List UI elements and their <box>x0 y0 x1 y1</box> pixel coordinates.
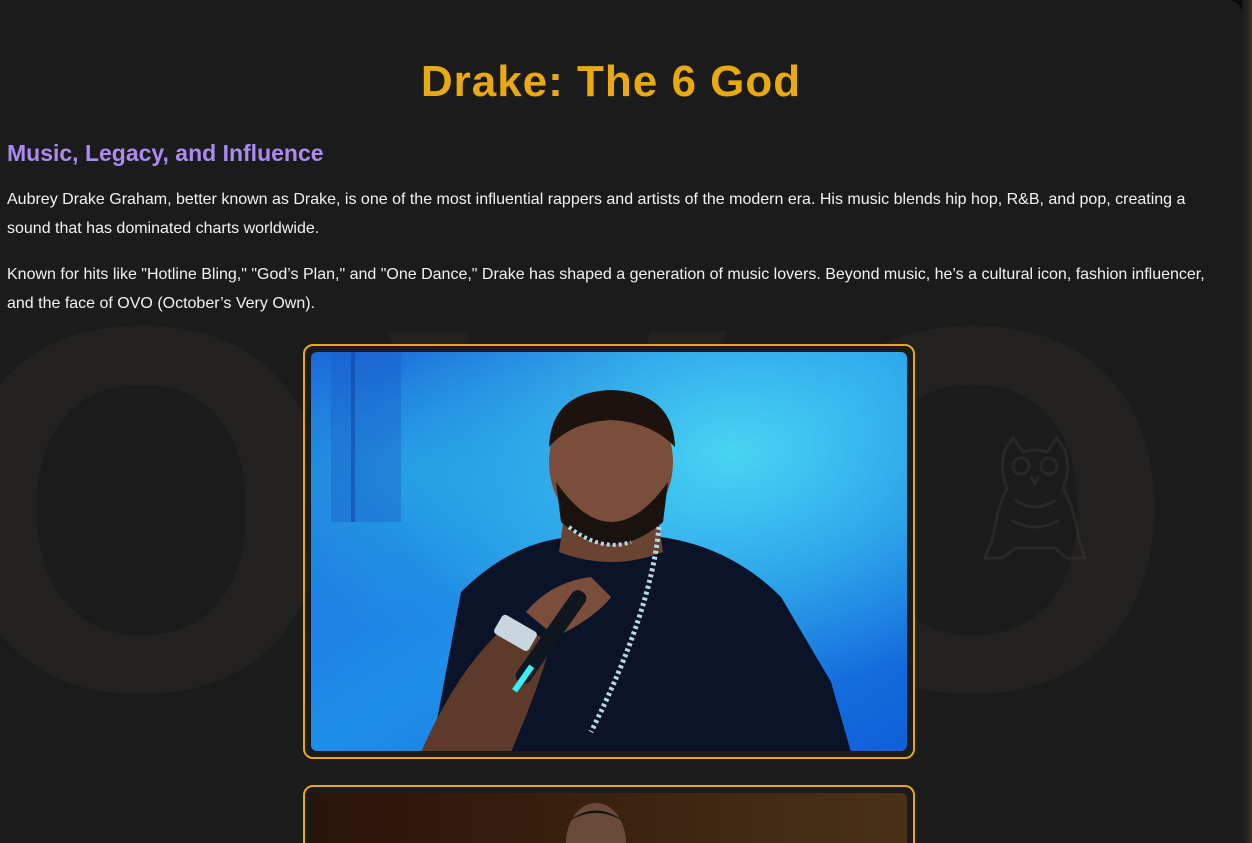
hits-paragraph: Known for hits like "Hotline Bling," "Go… <box>7 266 1205 312</box>
drake-stage-photo <box>311 793 907 843</box>
page-container: OVO Drake: The 6 God Music, Legacy, and … <box>0 0 1242 843</box>
owl-icon <box>982 435 1088 560</box>
drake-performing-photo <box>311 352 907 751</box>
page-title: Drake: The 6 God <box>420 57 802 106</box>
image-card <box>303 785 915 843</box>
window-edge <box>1242 0 1252 843</box>
intro-paragraph: Aubrey Drake Graham, better known as Dra… <box>7 191 1186 237</box>
image-card <box>303 344 915 759</box>
section-subtitle: Music, Legacy, and Influence <box>7 140 324 166</box>
